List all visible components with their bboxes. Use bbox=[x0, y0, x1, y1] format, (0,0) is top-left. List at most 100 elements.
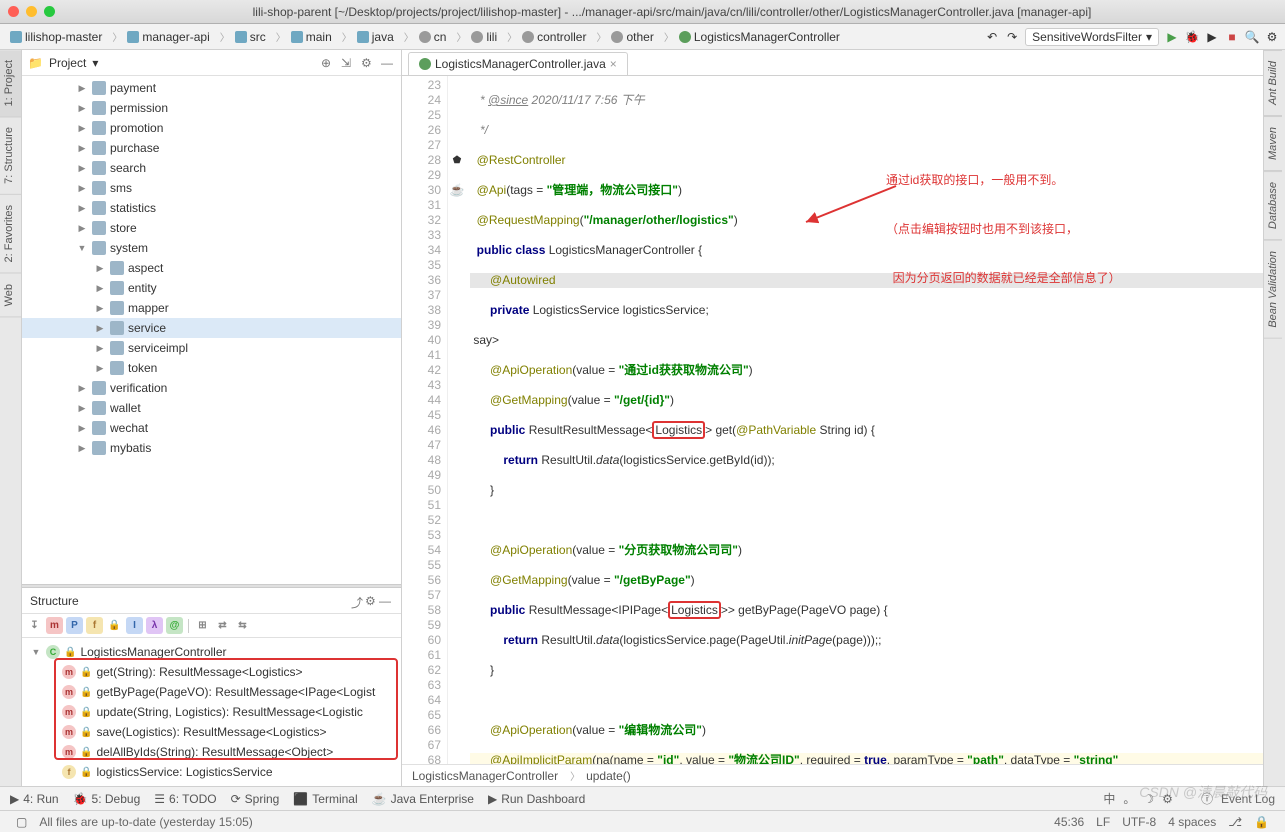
filter-m-icon[interactable]: m bbox=[46, 617, 63, 634]
crumb[interactable]: manager-api bbox=[106, 29, 213, 44]
forward-icon[interactable]: ↷ bbox=[1005, 30, 1019, 44]
crumb[interactable]: LogisticsManagerController bbox=[658, 29, 844, 44]
bb-terminal[interactable]: ⬛ Terminal bbox=[293, 792, 357, 806]
bb-todo[interactable]: ☰ 6: TODO bbox=[154, 792, 216, 806]
autoscroll-icon[interactable]: ⇄ bbox=[214, 617, 231, 634]
chevron-down-icon[interactable]: ▾ bbox=[92, 56, 98, 70]
filter-i-icon[interactable]: I bbox=[126, 617, 143, 634]
structure-tree[interactable]: ▼C🔒LogisticsManagerController m🔒get(Stri… bbox=[22, 638, 401, 786]
tool-tab-structure[interactable]: 7: Structure bbox=[0, 117, 21, 195]
filter-f-icon[interactable]: f bbox=[86, 617, 103, 634]
tree-item[interactable]: ▶entity bbox=[22, 278, 401, 298]
punct-icon[interactable]: 。 bbox=[1123, 790, 1135, 807]
tool-tab-web[interactable]: Web bbox=[0, 274, 21, 317]
crumb[interactable]: cn bbox=[398, 29, 451, 44]
indent[interactable]: 4 spaces bbox=[1168, 815, 1216, 829]
window-controls[interactable] bbox=[8, 6, 55, 17]
close-icon[interactable] bbox=[8, 6, 19, 17]
structure-field[interactable]: f🔒logisticsService: LogisticsService bbox=[22, 762, 401, 782]
structure-method[interactable]: m🔒get(String): ResultMessage<Logistics> bbox=[22, 662, 401, 682]
tree-item[interactable]: ▶verification bbox=[22, 378, 401, 398]
gutter[interactable]: 2324252627282930313233343536373839404142… bbox=[402, 76, 448, 764]
filter-a-icon[interactable]: @ bbox=[166, 617, 183, 634]
zoom-icon[interactable] bbox=[44, 6, 55, 17]
autoscroll2-icon[interactable]: ⇆ bbox=[234, 617, 251, 634]
tree-item[interactable]: ▶search bbox=[22, 158, 401, 178]
status-menu-icon[interactable]: ▢ bbox=[16, 815, 27, 829]
code-area[interactable]: 2324252627282930313233343536373839404142… bbox=[402, 76, 1263, 764]
debug-icon[interactable]: 🐞 bbox=[1185, 30, 1199, 44]
collapse-icon[interactable]: ⇲ bbox=[341, 56, 355, 70]
bb-spring[interactable]: ⟳ Spring bbox=[231, 792, 280, 806]
run-config-select[interactable]: SensitiveWordsFilter▾ bbox=[1025, 28, 1159, 46]
search-icon[interactable]: 🔍 bbox=[1245, 30, 1259, 44]
code-body[interactable]: * @since 2020/11/17 7:56 下午 */ @RestCont… bbox=[466, 76, 1263, 764]
gear-icon[interactable]: ⚙ bbox=[361, 56, 375, 70]
tree-item[interactable]: ▶permission bbox=[22, 98, 401, 118]
filter-p-icon[interactable]: P bbox=[66, 617, 83, 634]
crumb[interactable]: src bbox=[214, 29, 270, 44]
locate-icon[interactable]: ⊕ bbox=[321, 56, 335, 70]
caret-pos[interactable]: 45:36 bbox=[1054, 815, 1084, 829]
tree-item[interactable]: ▼system bbox=[22, 238, 401, 258]
tree-item[interactable]: ▶promotion bbox=[22, 118, 401, 138]
filter-lambda-icon[interactable]: λ bbox=[146, 617, 163, 634]
crumb[interactable]: lilishop-master bbox=[6, 30, 106, 44]
structure-method[interactable]: m🔒getByPage(PageVO): ResultMessage<IPage… bbox=[22, 682, 401, 702]
lock-icon[interactable]: 🔒 bbox=[106, 617, 123, 634]
coverage-icon[interactable]: ▶ bbox=[1205, 30, 1219, 44]
structure-method[interactable]: m🔒update(String, Logistics): ResultMessa… bbox=[22, 702, 401, 722]
tree-item[interactable]: ▶sms bbox=[22, 178, 401, 198]
lock-icon[interactable]: 🔒 bbox=[1254, 815, 1269, 829]
tree-item[interactable]: ▶payment bbox=[22, 78, 401, 98]
run-icon[interactable]: ▶ bbox=[1165, 30, 1179, 44]
tree-item[interactable]: ▶statistics bbox=[22, 198, 401, 218]
line-ending[interactable]: LF bbox=[1096, 815, 1110, 829]
tool-tab-bean[interactable]: Bean Validation bbox=[1264, 240, 1282, 339]
encoding[interactable]: UTF-8 bbox=[1122, 815, 1156, 829]
bb-run[interactable]: ▶ 4: Run bbox=[10, 792, 59, 806]
tree-item[interactable]: ▶mapper bbox=[22, 298, 401, 318]
hide-icon[interactable]: — bbox=[381, 56, 395, 70]
tree-item[interactable]: ▶wechat bbox=[22, 418, 401, 438]
crumb[interactable]: controller bbox=[501, 29, 590, 44]
tool-tab-project[interactable]: 1: Project bbox=[0, 50, 21, 117]
editor-tab[interactable]: LogisticsManagerController.java× bbox=[408, 52, 628, 75]
project-tree[interactable]: ▶payment▶permission▶promotion▶purchase▶s… bbox=[22, 76, 401, 584]
tool-tab-maven[interactable]: Maven bbox=[1264, 116, 1282, 171]
structure-class[interactable]: ▼C🔒LogisticsManagerController bbox=[22, 642, 401, 662]
back-icon[interactable]: ↶ bbox=[985, 30, 999, 44]
expand-icon[interactable]: ⊞ bbox=[194, 617, 211, 634]
tool-tab-database[interactable]: Database bbox=[1264, 171, 1282, 240]
crumb[interactable]: update() bbox=[564, 768, 631, 783]
tree-item[interactable]: ▶wallet bbox=[22, 398, 401, 418]
minimize-icon[interactable] bbox=[26, 6, 37, 17]
tool-tab-ant[interactable]: Ant Build bbox=[1264, 50, 1282, 116]
crumb[interactable]: other bbox=[590, 29, 657, 44]
settings-icon[interactable]: ⚙ bbox=[1265, 30, 1279, 44]
tree-item[interactable]: ▶aspect bbox=[22, 258, 401, 278]
bb-run-dash[interactable]: ▶ Run Dashboard bbox=[488, 792, 585, 806]
crumb[interactable]: java bbox=[336, 29, 398, 44]
tree-item[interactable]: ▶token bbox=[22, 358, 401, 378]
git-branch-icon[interactable]: ⎇ bbox=[1228, 815, 1242, 829]
stop-icon[interactable]: ■ bbox=[1225, 30, 1239, 44]
bb-java-ee[interactable]: ☕ Java Enterprise bbox=[372, 792, 474, 806]
crumb[interactable]: LogisticsManagerController bbox=[412, 769, 558, 783]
ime-icon[interactable]: 中 bbox=[1103, 790, 1115, 807]
tree-item[interactable]: ▶serviceimpl bbox=[22, 338, 401, 358]
tool-tab-favorites[interactable]: 2: Favorites bbox=[0, 195, 21, 273]
tree-item[interactable]: ▶service bbox=[22, 318, 401, 338]
crumb[interactable]: main bbox=[270, 29, 336, 44]
close-icon[interactable]: × bbox=[610, 57, 617, 71]
tree-item[interactable]: ▶mybatis bbox=[22, 438, 401, 458]
gear-icon[interactable]: ⚙ bbox=[365, 594, 379, 608]
sort-icon[interactable]: ↧ bbox=[26, 617, 43, 634]
structure-method[interactable]: m🔒save(Logistics): ResultMessage<Logisti… bbox=[22, 722, 401, 742]
crumb[interactable]: lili bbox=[450, 29, 501, 44]
tree-item[interactable]: ▶store bbox=[22, 218, 401, 238]
structure-method[interactable]: m🔒delAllByIds(String): ResultMessage<Obj… bbox=[22, 742, 401, 762]
tree-item[interactable]: ▶purchase bbox=[22, 138, 401, 158]
hide-icon[interactable]: — bbox=[379, 594, 393, 608]
export-icon[interactable]: ⤴ bbox=[351, 594, 365, 608]
